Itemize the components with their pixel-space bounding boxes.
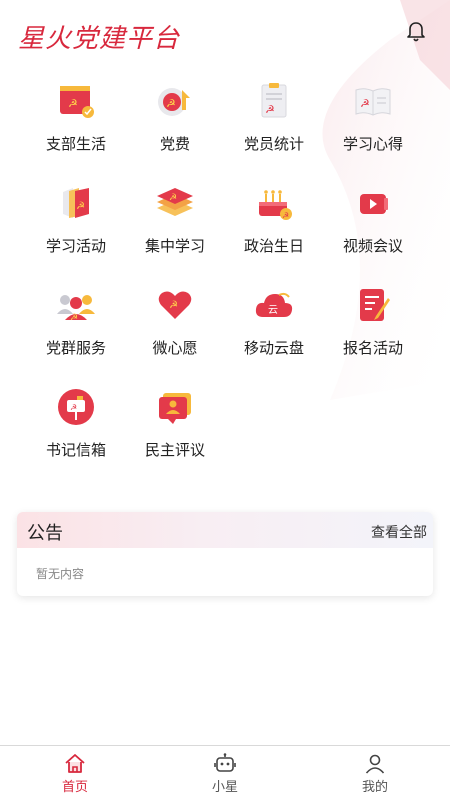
- svg-text:☭: ☭: [169, 300, 178, 311]
- grid-item-label: 移动云盘: [243, 339, 304, 357]
- cloud-drive-icon: 云: [255, 292, 293, 317]
- political-birthday-icon: ☭: [259, 190, 292, 220]
- grid-item-label: 民主评议: [144, 441, 205, 459]
- grid-item-label: 学习心得: [342, 135, 403, 153]
- grid-item-group-study[interactable]: ☭ 集中学习: [125, 180, 225, 272]
- study-activity-icon: ☭: [63, 188, 89, 218]
- svg-text:☭: ☭: [70, 403, 77, 412]
- grid-item-label: 党群服务: [45, 339, 106, 357]
- secretary-mailbox-icon: ☭: [58, 389, 94, 425]
- tab-label: 首页: [61, 780, 88, 795]
- svg-text:☭: ☭: [282, 211, 289, 220]
- grid-item-label: 学习活动: [45, 237, 106, 255]
- grid-item-label: 报名活动: [342, 339, 403, 357]
- robot-icon: [214, 753, 236, 772]
- grid-item-label: 党费: [159, 135, 190, 153]
- democratic-review-icon: [159, 393, 191, 424]
- svg-text:☭: ☭: [169, 193, 177, 203]
- grid-item-label: 书记信箱: [45, 441, 106, 459]
- notice-title: 公告: [27, 523, 63, 544]
- notice-header: 公告 查看全部: [17, 512, 433, 548]
- grid-item-label: 微心愿: [152, 339, 198, 357]
- view-all-link[interactable]: 查看全部: [371, 522, 427, 542]
- grid-item-party-fee[interactable]: ☭ 党费: [125, 78, 225, 170]
- svg-text:☭: ☭: [70, 313, 78, 323]
- grid-item-signup-activity[interactable]: 报名活动: [323, 282, 423, 374]
- grid-item-micro-wish[interactable]: ☭ 微心愿: [125, 282, 225, 374]
- svg-text:☭: ☭: [166, 97, 176, 110]
- grid-item-member-statistics[interactable]: ☭ 党员统计: [224, 78, 324, 170]
- svg-text:☭: ☭: [68, 97, 78, 110]
- tab-bar: 首页 小星 我的: [0, 745, 450, 801]
- member-statistics-icon: ☭: [261, 83, 287, 118]
- tab-label: 小星: [211, 780, 238, 795]
- study-notes-icon: ☭: [355, 88, 391, 116]
- svg-text:云: 云: [268, 305, 278, 316]
- svg-text:☭: ☭: [76, 201, 85, 212]
- video-meeting-icon: [360, 194, 388, 214]
- grid-item-study-notes[interactable]: ☭ 学习心得: [323, 78, 423, 170]
- app-title: 星火党建平台: [18, 24, 181, 54]
- signup-activity-icon: [360, 289, 390, 321]
- branch-life-icon: ☭: [60, 86, 94, 118]
- tab-mine[interactable]: 我的: [300, 746, 450, 801]
- grid-item-label: 政治生日: [243, 237, 304, 255]
- grid-item-label: 视频会议: [342, 237, 403, 255]
- grid-item-video-meeting[interactable]: 视频会议: [323, 180, 423, 272]
- svg-text:☭: ☭: [265, 103, 275, 116]
- grid-item-study-activity[interactable]: ☭ 学习活动: [26, 180, 126, 272]
- grid-item-label: 集中学习: [144, 237, 205, 255]
- party-fee-icon: ☭: [158, 88, 190, 116]
- bell-icon[interactable]: [404, 20, 428, 44]
- notice-empty-text: 暂无内容: [36, 567, 85, 581]
- grid-item-label: 支部生活: [45, 135, 106, 153]
- grid-item-party-mass-service[interactable]: ☭ 党群服务: [26, 282, 126, 374]
- party-mass-service-icon: ☭: [57, 295, 95, 323]
- home-icon: [65, 754, 85, 773]
- grid-item-secretary-mailbox[interactable]: ☭ 书记信箱: [26, 384, 126, 476]
- grid-item-political-birthday[interactable]: ☭ 政治生日: [224, 180, 324, 272]
- tab-label: 我的: [361, 780, 388, 795]
- tab-home[interactable]: 首页: [0, 746, 150, 801]
- tab-xiaoxing[interactable]: 小星: [150, 746, 300, 801]
- grid-item-label: 党员统计: [243, 135, 304, 153]
- svg-text:☭: ☭: [360, 97, 370, 110]
- micro-wish-icon: ☭: [158, 291, 192, 319]
- grid-item-branch-life[interactable]: ☭ 支部生活: [26, 78, 126, 170]
- group-study-icon: ☭: [157, 188, 193, 216]
- grid-item-democratic-review[interactable]: 民主评议: [125, 384, 225, 476]
- grid-item-cloud-drive[interactable]: 云 移动云盘: [224, 282, 324, 374]
- notice-card: 公告 查看全部 暂无内容: [17, 512, 433, 596]
- user-icon: [365, 754, 385, 774]
- header: 星火党建平台: [0, 0, 450, 72]
